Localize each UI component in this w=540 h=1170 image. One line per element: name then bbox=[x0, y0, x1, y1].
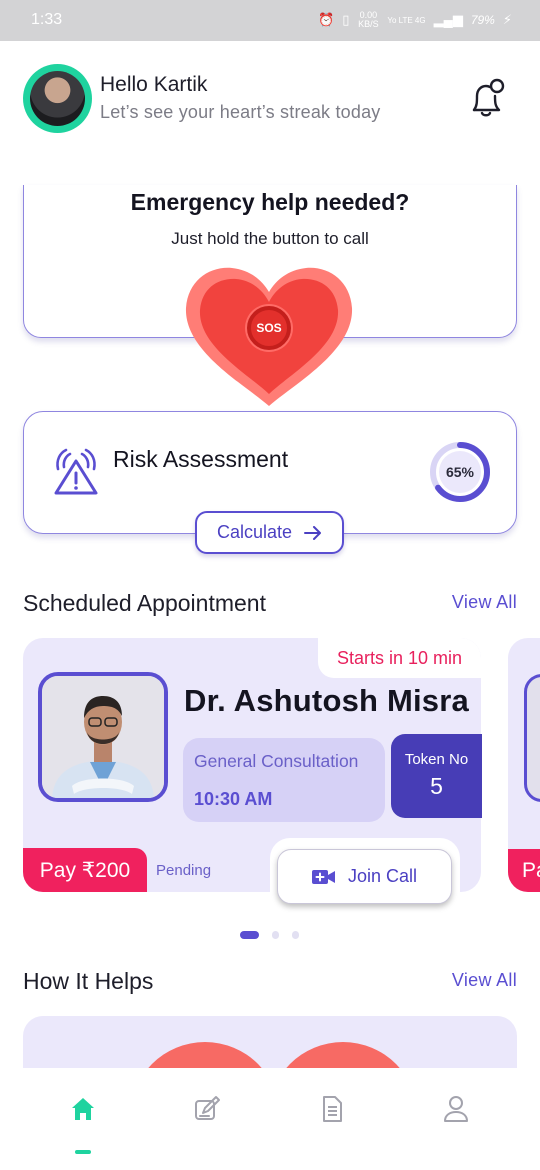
payment-status: Pending bbox=[156, 862, 212, 879]
avatar[interactable] bbox=[23, 64, 92, 133]
arrow-right-icon bbox=[304, 525, 322, 540]
calculate-label: Calculate bbox=[216, 522, 293, 542]
nav-active-indicator bbox=[75, 1150, 91, 1154]
charging-icon: ⚡ bbox=[502, 12, 512, 27]
pager-dot-2[interactable] bbox=[272, 931, 279, 939]
doctor-photo-next bbox=[524, 674, 540, 802]
app-screen: 1:33 ⏰ ▯ 0.00 KB/S Yo LTE 4G ▂▄▆ 79% ⚡ H… bbox=[0, 0, 540, 1170]
how-it-helps-title: How It Helps bbox=[23, 968, 154, 994]
calculate-button[interactable]: Calculate bbox=[195, 511, 344, 554]
emergency-subtitle: Just hold the button to call bbox=[171, 229, 369, 248]
emergency-title: Emergency help needed? bbox=[130, 189, 410, 215]
status-icons: ⏰ ▯ 0.00 KB/S Yo LTE 4G ▂▄▆ 79% ⚡ bbox=[318, 11, 512, 29]
greeting-title: Hello Kartik bbox=[100, 73, 208, 96]
pay-button[interactable]: Pay ₹200 bbox=[23, 848, 147, 892]
consultation-type: General Consultation bbox=[194, 751, 359, 771]
appointments-view-all-link[interactable]: View All bbox=[452, 592, 517, 613]
edit-note-icon[interactable] bbox=[191, 1093, 223, 1125]
status-bar: 1:33 ⏰ ▯ 0.00 KB/S Yo LTE 4G ▂▄▆ 79% ⚡ bbox=[0, 0, 540, 41]
status-time: 1:33 bbox=[31, 11, 63, 28]
battery-level: 79% bbox=[470, 13, 495, 27]
pay-tag-next: Pa bbox=[508, 849, 540, 892]
warning-alert-icon bbox=[54, 448, 98, 495]
signal-icon: ▂▄▆ bbox=[433, 12, 463, 27]
appointment-time: 10:30 AM bbox=[194, 789, 273, 809]
network-label: Yo LTE 4G bbox=[387, 15, 426, 25]
notification-bell-icon[interactable] bbox=[466, 78, 508, 120]
avatar-photo bbox=[30, 71, 85, 126]
home-icon[interactable] bbox=[67, 1093, 99, 1125]
net-speed: 0.00 KB/S bbox=[358, 10, 379, 29]
token-label: Token No bbox=[404, 751, 469, 768]
doctor-figure-icon bbox=[42, 676, 164, 798]
starts-in-badge: Starts in 10 min bbox=[318, 638, 481, 678]
video-call-icon bbox=[311, 869, 335, 884]
profile-icon[interactable] bbox=[440, 1093, 472, 1125]
appointments-section-title: Scheduled Appointment bbox=[23, 590, 266, 616]
doctor-name: Dr. Ashutosh Misra bbox=[184, 683, 469, 718]
pager-dot-1[interactable] bbox=[240, 931, 259, 939]
appointment-card-next[interactable]: Pa bbox=[508, 638, 540, 892]
risk-percent: 65% bbox=[445, 464, 475, 480]
greeting-subtitle: Let’s see your heart’s streak today bbox=[100, 102, 381, 122]
document-icon[interactable] bbox=[316, 1093, 348, 1125]
risk-title: Risk Assessment bbox=[113, 446, 289, 472]
alarm-icon: ⏰ bbox=[318, 12, 335, 27]
sos-button[interactable]: SOS bbox=[247, 306, 291, 350]
how-it-helps-view-all-link[interactable]: View All bbox=[452, 970, 517, 991]
pager-dot-3[interactable] bbox=[292, 931, 299, 939]
join-call-label: Join Call bbox=[347, 866, 418, 886]
doctor-photo bbox=[38, 672, 168, 802]
token-number: 5 bbox=[430, 773, 443, 799]
join-call-button[interactable]: Join Call bbox=[277, 849, 452, 904]
vibrate-icon: ▯ bbox=[342, 12, 350, 27]
